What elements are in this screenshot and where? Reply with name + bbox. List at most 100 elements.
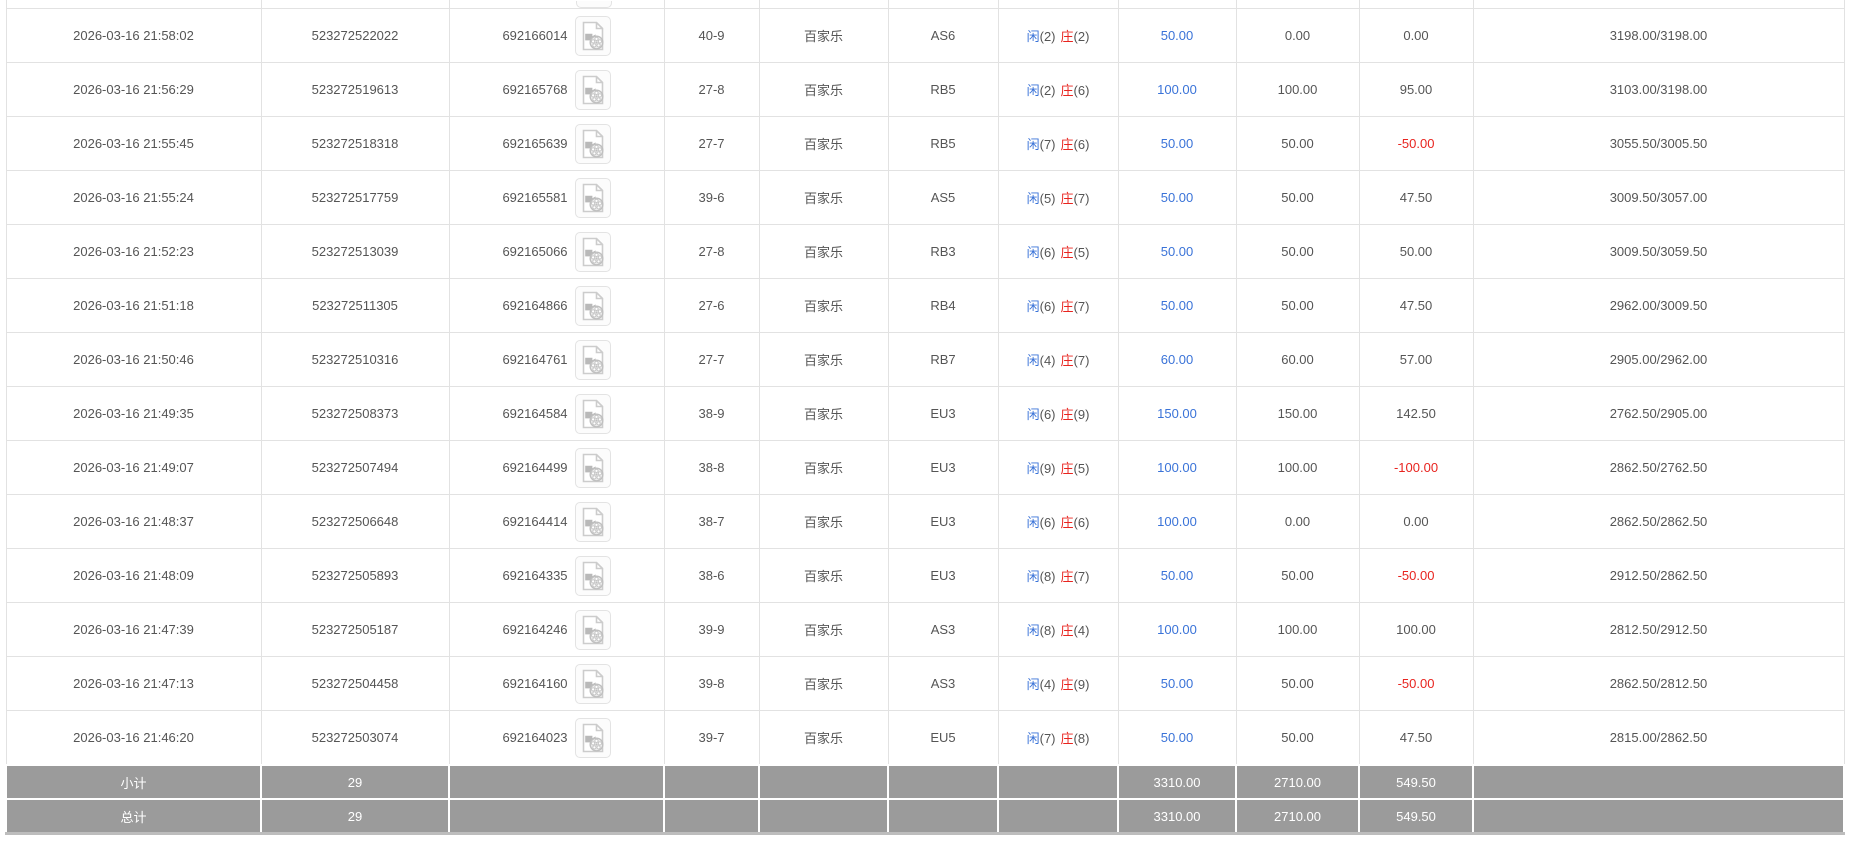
bet-amount-link[interactable]: 150.00	[1157, 406, 1197, 421]
game-number: 692164866	[502, 298, 567, 313]
video-replay-icon[interactable]	[575, 286, 611, 326]
bet-amount-link[interactable]: 50.00	[1161, 190, 1194, 205]
banker-points: (7)	[1074, 353, 1090, 368]
grandtotal-bet-total: 3310.00	[1118, 799, 1236, 834]
order-number-cell: 523272504458	[261, 657, 449, 711]
winloss-amount: 0.00	[1403, 514, 1428, 529]
game-number-cell: 692164584	[449, 387, 664, 441]
bet-time: 2026-03-16 21:50:46	[73, 352, 194, 367]
bet-time: 2026-03-16 21:47:39	[73, 622, 194, 637]
balance-cell: 2862.50/2812.50	[1473, 657, 1844, 711]
video-replay-icon[interactable]	[575, 556, 611, 596]
bet-amount-link[interactable]: 50.00	[1161, 28, 1194, 43]
shoe-round: 38-6	[698, 568, 724, 583]
banker-label: 庄	[1061, 677, 1074, 692]
player-label: 闲	[1027, 515, 1040, 530]
order-number-cell: 523272506648	[261, 495, 449, 549]
balance-cell: 2815.00/2862.50	[1473, 711, 1844, 766]
shoe-round: 40-9	[698, 28, 724, 43]
player-points: (4)	[1040, 677, 1056, 692]
valid-amount-cell: 50.00	[1236, 549, 1359, 603]
bet-amount-link[interactable]: 50.00	[1161, 136, 1194, 151]
bet-amount-link[interactable]: 100.00	[1157, 82, 1197, 97]
bet-time-cell: 2026-03-16 21:49:35	[6, 387, 261, 441]
game-number-cell: 692164761	[449, 333, 664, 387]
round-cell: 39-7	[664, 711, 759, 766]
player-label: 闲	[1027, 677, 1040, 692]
video-replay-icon[interactable]	[575, 16, 611, 56]
grandtotal-valid-total: 2710.00	[1236, 799, 1359, 834]
bet-amount-link[interactable]: 50.00	[1161, 676, 1194, 691]
video-replay-icon[interactable]	[575, 664, 611, 704]
valid-amount-cell: 100.00	[1236, 603, 1359, 657]
banker-points: (6)	[1074, 137, 1090, 152]
result-cell: 闲(7)庄(6)	[998, 117, 1118, 171]
video-replay-icon[interactable]	[575, 610, 611, 650]
video-replay-icon[interactable]	[575, 178, 611, 218]
game-type: 百家乐	[804, 83, 843, 98]
order-number-cell: 523272503074	[261, 711, 449, 766]
game-type: 百家乐	[804, 29, 843, 44]
round-cell: 38-8	[664, 441, 759, 495]
valid-amount-cell: 50.00	[1236, 279, 1359, 333]
winloss-amount: 47.50	[1400, 730, 1433, 745]
valid-amount: 150.00	[1278, 406, 1318, 421]
video-replay-icon[interactable]	[575, 394, 611, 434]
bet-amount-link[interactable]: 60.00	[1161, 352, 1194, 367]
order-number: 523272505893	[312, 568, 399, 583]
order-number-cell: 523272510316	[261, 333, 449, 387]
video-replay-icon[interactable]	[575, 340, 611, 380]
player-label: 闲	[1027, 353, 1040, 368]
valid-amount: 50.00	[1281, 676, 1314, 691]
game-type: 百家乐	[804, 137, 843, 152]
order-number-cell: 523272519613	[261, 63, 449, 117]
bet-amount-cell: 50.00	[1118, 225, 1236, 279]
video-replay-icon[interactable]	[576, 1, 612, 8]
bet-amount-link[interactable]: 50.00	[1161, 730, 1194, 745]
result-cell: 闲(6)庄(9)	[998, 387, 1118, 441]
order-number-cell: 523272522022	[261, 9, 449, 63]
bet-time: 2026-03-16 21:55:24	[73, 190, 194, 205]
bet-amount-link[interactable]: 100.00	[1157, 622, 1197, 637]
video-replay-icon[interactable]	[575, 448, 611, 488]
bet-amount-link[interactable]: 50.00	[1161, 568, 1194, 583]
table-row: 2026-03-16 21:47:13 523272504458 6921641…	[6, 657, 1844, 711]
winloss-amount: 95.00	[1400, 82, 1433, 97]
bet-amount-link[interactable]: 50.00	[1161, 244, 1194, 259]
video-replay-icon[interactable]	[575, 718, 611, 758]
valid-amount-cell: 50.00	[1236, 171, 1359, 225]
table-code-cell: EU3	[888, 387, 998, 441]
subtotal-count: 29	[261, 765, 449, 799]
balance-cell: 2862.50/2762.50	[1473, 441, 1844, 495]
video-replay-icon[interactable]	[575, 502, 611, 542]
bet-amount-link[interactable]: 50.00	[1161, 298, 1194, 313]
bet-amount-link[interactable]: 100.00	[1157, 514, 1197, 529]
shoe-round: 27-8	[698, 244, 724, 259]
game-type-cell: 百家乐	[759, 117, 888, 171]
player-points: (4)	[1040, 353, 1056, 368]
valid-amount: 50.00	[1281, 568, 1314, 583]
table-row: 2026-03-16 21:51:18 523272511305 6921648…	[6, 279, 1844, 333]
balance-after: 3009.50/3059.50	[1610, 244, 1708, 259]
round-cell: 39-8	[664, 657, 759, 711]
video-replay-icon[interactable]	[575, 124, 611, 164]
shoe-round: 38-9	[698, 406, 724, 421]
player-label: 闲	[1027, 191, 1040, 206]
video-replay-icon[interactable]	[575, 70, 611, 110]
round-cell: 27-6	[664, 279, 759, 333]
balance-after: 2862.50/2812.50	[1610, 676, 1708, 691]
table-code: RB4	[930, 298, 955, 313]
video-replay-icon[interactable]	[575, 232, 611, 272]
round-cell: 39-9	[664, 603, 759, 657]
bet-records-footer: 小计 29 3310.00 2710.00 549.50 总计 29 3310.…	[6, 765, 1844, 834]
bet-amount-link[interactable]: 100.00	[1157, 460, 1197, 475]
grandtotal-row: 总计 29 3310.00 2710.00 549.50	[6, 799, 1844, 834]
bet-time-cell: 2026-03-16 21:56:29	[6, 63, 261, 117]
game-number: 692164160	[502, 676, 567, 691]
winloss-cell: 47.50	[1359, 279, 1473, 333]
bet-amount-cell: 50.00	[1118, 657, 1236, 711]
balance-after: 2762.50/2905.00	[1610, 406, 1708, 421]
winloss-cell: 57.00	[1359, 333, 1473, 387]
player-label: 闲	[1027, 83, 1040, 98]
result-cell: 闲(7)庄(8)	[998, 711, 1118, 766]
